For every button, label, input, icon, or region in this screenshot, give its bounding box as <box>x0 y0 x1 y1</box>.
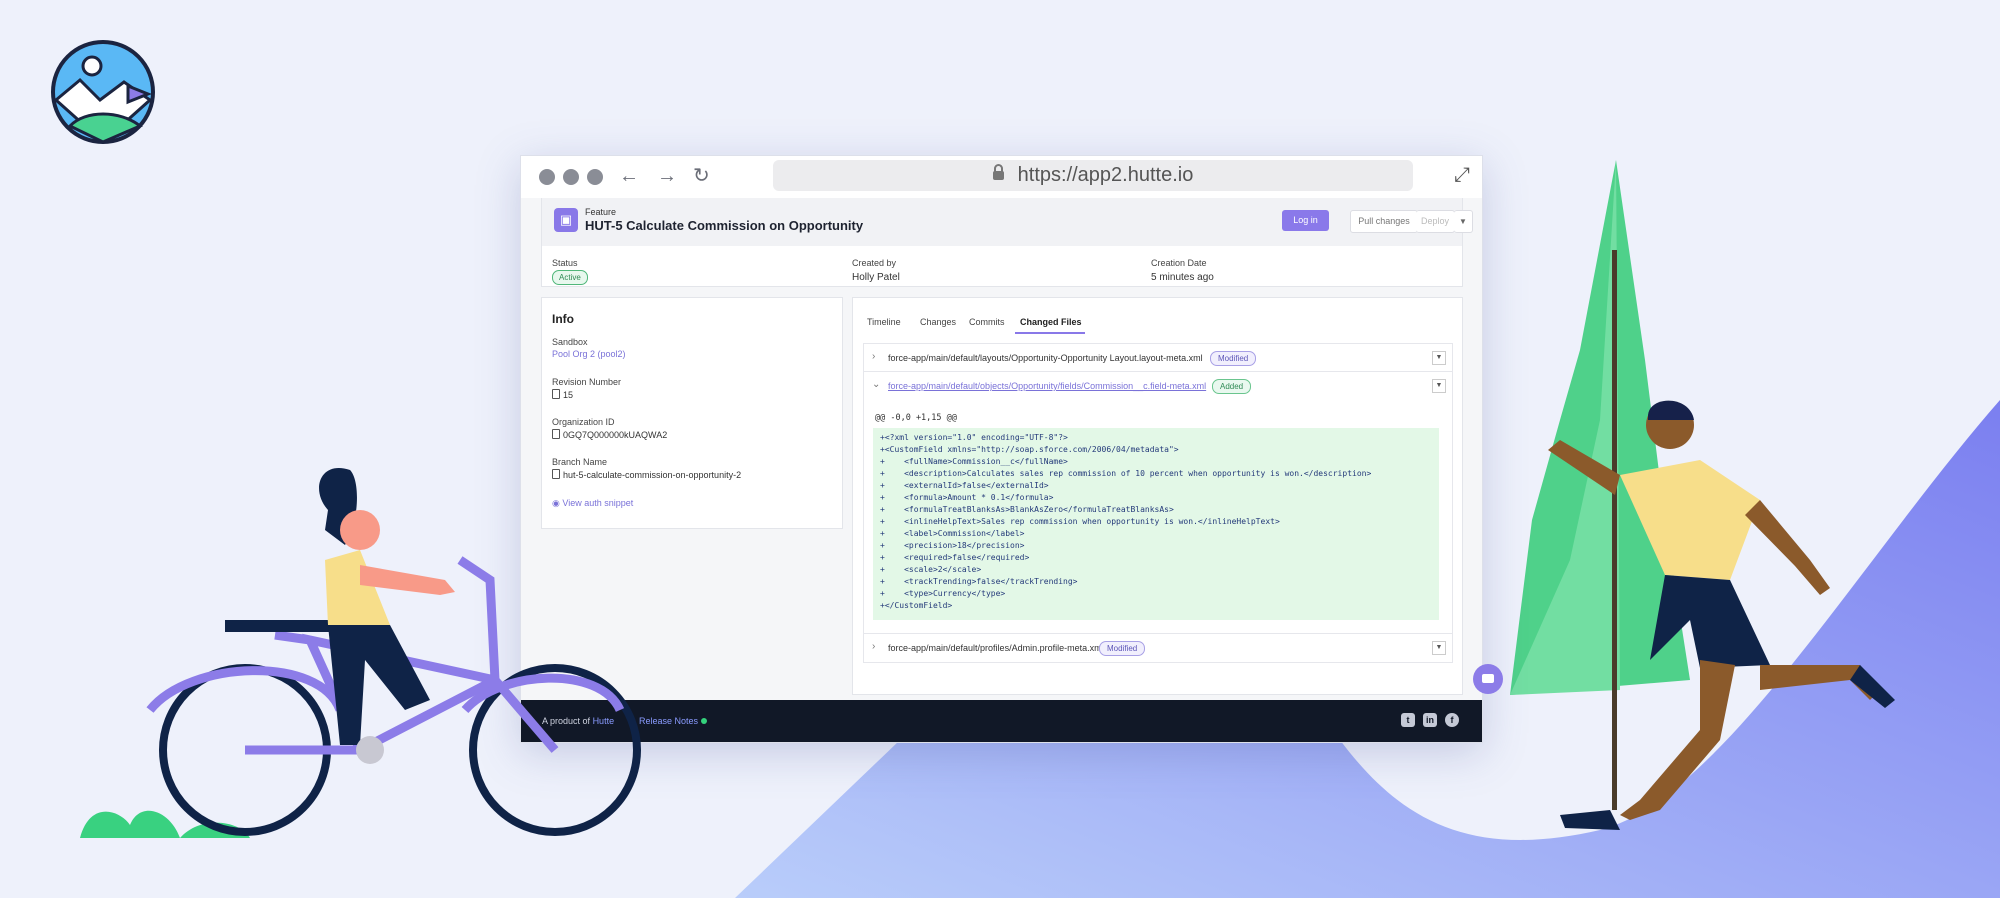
diff-added-block: +<?xml version="1.0" encoding="UTF-8"?> … <box>873 428 1439 620</box>
file-status-badge: Added <box>1212 379 1252 394</box>
feature-header: ▣ Feature HUT-5 Calculate Commission on … <box>541 198 1473 247</box>
creation-date-label: Creation Date <box>1151 258 1207 268</box>
feature-cube-icon: ▣ <box>554 208 578 232</box>
diff-line: + <formulaTreatBlanksAs>BlankAsZero</for… <box>880 505 1174 514</box>
cyclist-illustration <box>146 468 641 836</box>
tab-commits[interactable]: Commits <box>969 317 1005 327</box>
chevron-right-icon[interactable]: › <box>872 641 875 652</box>
diff-line: + <label>Commission</label> <box>880 529 1025 538</box>
diff-line: + <type>Currency</type> <box>880 589 1006 598</box>
diff-line: + <fullName>Commission__c</fullName> <box>880 457 1068 466</box>
linkedin-icon[interactable]: in <box>1423 713 1437 727</box>
diff-line: + <precision>18</precision> <box>880 541 1025 550</box>
app-content: ▣ Feature HUT-5 Calculate Commission on … <box>521 198 1482 700</box>
pull-changes-button[interactable]: Pull changes <box>1350 210 1418 233</box>
status-label: Status <box>552 258 578 268</box>
info-title: Info <box>552 312 574 326</box>
deploy-dropdown-icon[interactable]: ▼ <box>1454 210 1473 233</box>
login-button[interactable]: Log in <box>1282 210 1329 231</box>
chevron-down-icon[interactable]: ▼ <box>1432 641 1446 655</box>
chevron-down-icon[interactable]: ▼ <box>1432 351 1446 365</box>
feature-meta: Status Active Created by Holly Patel Cre… <box>541 246 1463 287</box>
file-path-link[interactable]: force-app/main/default/objects/Opportuni… <box>888 381 1206 391</box>
diff-line: + <trackTrending>false</trackTrending> <box>880 577 1078 586</box>
forward-arrow-icon[interactable]: → <box>657 165 677 187</box>
diff-line: +</CustomField> <box>880 601 953 610</box>
window-minimize-dot[interactable] <box>563 169 579 185</box>
file-row[interactable]: › force-app/main/default/layouts/Opportu… <box>863 343 1453 373</box>
active-tab-indicator <box>1015 332 1085 334</box>
feature-kicker: Feature <box>585 207 617 217</box>
file-path: force-app/main/default/profiles/Admin.pr… <box>888 643 1104 653</box>
file-status-badge: Modified <box>1210 351 1257 366</box>
diff-line: + <required>false</required> <box>880 553 1030 562</box>
chevron-down-icon[interactable]: ⌄ <box>872 379 880 390</box>
reload-icon[interactable]: ↻ <box>693 165 710 187</box>
diff-line: +<CustomField xmlns="http://soap.sforce.… <box>880 445 1179 454</box>
diff-line: + <formula>Amount * 0.1</formula> <box>880 493 1054 502</box>
created-by-label: Created by <box>852 258 897 268</box>
diff-hunk-header: @@ -0,0 +1,15 @@ <box>875 413 957 423</box>
creation-date-value: 5 minutes ago <box>1151 272 1214 283</box>
diff-line: + <externalId>false</externalId> <box>880 481 1049 490</box>
sandbox-label: Sandbox <box>552 337 588 347</box>
facebook-icon[interactable]: f <box>1445 713 1459 727</box>
tab-changed-files[interactable]: Changed Files <box>1020 317 1082 327</box>
expand-icon[interactable]: ⤢ <box>1454 164 1470 187</box>
file-path: force-app/main/default/layouts/Opportuni… <box>888 353 1203 363</box>
chevron-right-icon[interactable]: › <box>872 351 875 362</box>
deploy-button[interactable]: Deploy <box>1416 210 1455 233</box>
status-badge: Active <box>552 270 588 285</box>
feature-title: HUT-5 Calculate Commission on Opportunit… <box>585 218 864 233</box>
url-text: https://app2.hutte.io <box>1017 164 1194 186</box>
back-arrow-icon[interactable]: ← <box>619 165 639 187</box>
twitter-icon[interactable]: t <box>1401 713 1415 727</box>
window-maximize-dot[interactable] <box>587 169 603 185</box>
address-bar[interactable]: https://app2.hutte.io <box>773 160 1413 191</box>
sandbox-link[interactable]: Pool Org 2 (pool2) <box>552 349 626 359</box>
file-row[interactable]: › force-app/main/default/profiles/Admin.… <box>863 633 1453 663</box>
diff-line: +<?xml version="1.0" encoding="UTF-8"?> <box>880 433 1068 442</box>
hutte-logo-icon <box>51 40 155 145</box>
lock-icon <box>992 164 1004 180</box>
online-status-dot <box>701 718 707 724</box>
diff-line: + <description>Calculates sales rep comm… <box>880 469 1372 478</box>
tab-timeline[interactable]: Timeline <box>867 317 901 327</box>
tab-changes[interactable]: Changes <box>920 317 956 327</box>
diff-line: + <scale>2</scale> <box>880 565 982 574</box>
chevron-down-icon[interactable]: ▼ <box>1432 379 1446 393</box>
diff-line: + <inlineHelpText>Sales rep commission w… <box>880 517 1280 526</box>
browser-window: ← → ↻ https://app2.hutte.io ⤢ ▣ Feature … <box>520 155 1503 743</box>
browser-chrome: ← → ↻ https://app2.hutte.io ⤢ <box>521 156 1482 199</box>
changed-files-panel: Timeline Changes Commits Changed Files ›… <box>852 297 1463 695</box>
file-status-badge: Modified <box>1099 641 1146 656</box>
app-footer: A product of Hutte Release Notes t in f <box>521 700 1482 742</box>
created-by-value: Holly Patel <box>852 272 900 283</box>
chat-widget-button[interactable] <box>1473 664 1503 694</box>
window-close-dot[interactable] <box>539 169 555 185</box>
